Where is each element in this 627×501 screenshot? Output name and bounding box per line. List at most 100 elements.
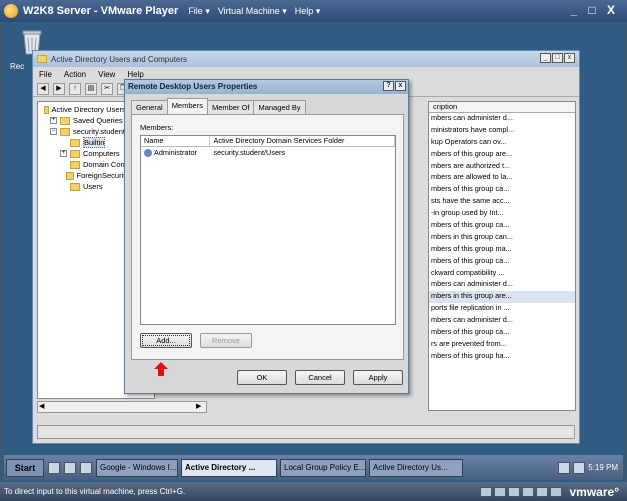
folder-icon: [70, 138, 80, 147]
list-item[interactable]: mbers of this group ca...: [429, 256, 575, 268]
list-item[interactable]: mbers of this group ca...: [429, 327, 575, 339]
tree-item-label: Users: [83, 182, 103, 191]
close-icon[interactable]: x: [395, 81, 406, 91]
folder-icon: [60, 116, 70, 125]
red-arrow-stem: [158, 369, 164, 376]
usb-icon[interactable]: [521, 486, 534, 497]
vmware-menu-virtual-machine[interactable]: Virtual Machine ▾: [218, 6, 287, 17]
folder-icon: [70, 182, 80, 191]
vmware-title: W2K8 Server - VMware Player: [23, 5, 179, 17]
column-header-name[interactable]: Name: [141, 136, 211, 146]
folder-icon: [70, 149, 80, 158]
list-item[interactable]: rs are prevented from...: [429, 339, 575, 351]
vmware-logo-icon: [4, 4, 18, 18]
apply-button[interactable]: Apply: [353, 370, 403, 385]
list-item[interactable]: kup Operators can ov...: [429, 137, 575, 149]
maximize-icon[interactable]: □: [552, 53, 563, 63]
list-item[interactable]: mbers can administer d...: [429, 279, 575, 291]
list-item[interactable]: ports file replication in ...: [429, 303, 575, 315]
hdd-icon[interactable]: [479, 486, 492, 497]
details-list: cription mbers can administer d... minist…: [428, 101, 576, 411]
tree-horizontal-scrollbar[interactable]: ◀ ▶: [37, 401, 207, 413]
close-icon[interactable]: x: [564, 53, 575, 63]
help-icon[interactable]: ?: [383, 81, 394, 91]
taskbar-button[interactable]: Google - Windows I...: [96, 458, 178, 477]
vmware-menu-file[interactable]: File ▾: [188, 6, 210, 17]
show-tree-icon[interactable]: ▤: [85, 82, 97, 95]
list-item[interactable]: mbers can administer d...: [429, 315, 575, 327]
tree-item-label: Saved Queries: [73, 116, 123, 125]
tab-managed-by[interactable]: Managed By: [253, 100, 306, 114]
network-adapter-icon[interactable]: [507, 486, 520, 497]
vmware-window-controls[interactable]: _ □ X: [570, 3, 619, 17]
list-item[interactable]: mbers can administer d...: [429, 113, 575, 125]
list-item[interactable]: mbers in this group can...: [429, 232, 575, 244]
list-item[interactable]: sts have the same acc...: [429, 196, 575, 208]
add-button[interactable]: Add...: [140, 333, 192, 348]
ok-button[interactable]: OK: [237, 370, 287, 385]
server-manager-icon[interactable]: [48, 461, 60, 474]
menu-action[interactable]: Action: [64, 70, 86, 79]
table-row[interactable]: Administrator security.student/Users: [141, 147, 395, 158]
cdrom-icon[interactable]: [493, 486, 506, 497]
start-button[interactable]: Start: [6, 458, 44, 477]
back-icon[interactable]: ◀: [37, 82, 49, 95]
cancel-button[interactable]: Cancel: [295, 370, 345, 385]
up-folder-icon[interactable]: ↑: [69, 82, 81, 95]
taskbar-button[interactable]: Active Directory Us...: [369, 458, 463, 477]
tab-member-of[interactable]: Member Of: [206, 100, 255, 114]
list-item[interactable]: mbers are authorized t...: [429, 161, 575, 173]
member-folder: security.student/Users: [213, 148, 286, 157]
aduc-titlebar[interactable]: Active Directory Users and Computers _ □…: [33, 51, 579, 67]
tree-item-label: Builtin: [83, 137, 106, 148]
list-item[interactable]: ministrators have compl...: [429, 125, 575, 137]
column-header-description[interactable]: cription: [429, 102, 575, 113]
taskbar: Start Google - Windows I... Active Direct…: [4, 455, 623, 480]
scroll-right-icon[interactable]: ▶: [196, 403, 204, 411]
taskbar-button[interactable]: Active Directory ...: [181, 458, 277, 477]
expand-icon[interactable]: +: [60, 150, 67, 157]
minimize-icon[interactable]: _: [540, 53, 551, 63]
column-header-folder[interactable]: Active Directory Domain Services Folder: [210, 136, 395, 146]
collapse-icon[interactable]: −: [50, 128, 57, 135]
expand-icon[interactable]: +: [50, 117, 57, 124]
vmware-menu-help[interactable]: Help ▾: [295, 6, 321, 17]
list-item[interactable]: mbers are allowed to la...: [429, 172, 575, 184]
aduc-title: Active Directory Users and Computers: [51, 54, 188, 64]
scroll-left-icon[interactable]: ◀: [39, 403, 47, 411]
vmware-brand: vmware°: [569, 484, 620, 499]
members-label: Members:: [140, 123, 174, 132]
menu-help[interactable]: Help: [127, 70, 143, 79]
volume-icon[interactable]: [573, 461, 586, 474]
list-item[interactable]: -in group used by Int...: [429, 208, 575, 220]
properties-dialog: Remote Desktop Users Properties ? x Gene…: [124, 79, 409, 394]
list-item[interactable]: ckward compatibility ...: [429, 268, 575, 280]
list-item[interactable]: mbers of this group ma...: [429, 244, 575, 256]
list-item[interactable]: mbers in this group are...: [429, 291, 575, 304]
dialog-titlebar[interactable]: Remote Desktop Users Properties ? x: [125, 80, 408, 94]
folder-icon: [66, 171, 74, 180]
list-item[interactable]: mbers of this group are...: [429, 149, 575, 161]
powershell-icon[interactable]: [64, 461, 76, 474]
tab-members[interactable]: Members: [166, 98, 208, 114]
internet-explorer-icon[interactable]: [80, 461, 92, 474]
folder-icon: [70, 160, 80, 169]
taskbar-button[interactable]: Local Group Policy E...: [280, 458, 366, 477]
list-item[interactable]: mbers of this group ca...: [429, 220, 575, 232]
guest-desktop: Rec Active Directory Users and Computers…: [4, 22, 623, 482]
list-item[interactable]: mbers of this group ca...: [429, 184, 575, 196]
network-icon[interactable]: [558, 461, 571, 474]
tab-general[interactable]: General: [131, 100, 168, 114]
forward-icon[interactable]: ▶: [53, 82, 65, 95]
menu-view[interactable]: View: [98, 70, 115, 79]
vmware-titlebar: W2K8 Server - VMware Player File ▾ Virtu…: [0, 0, 627, 22]
printer-icon[interactable]: [549, 486, 562, 497]
list-item[interactable]: mbers of this group ha...: [429, 351, 575, 363]
vmware-status-text: To direct input to this virtual machine,…: [4, 487, 186, 496]
cut-icon[interactable]: ✂: [101, 82, 113, 95]
clock[interactable]: 5:19 PM: [588, 463, 618, 472]
menu-file[interactable]: File: [39, 70, 52, 79]
remove-button[interactable]: Remove: [200, 333, 252, 348]
sound-icon[interactable]: [535, 486, 548, 497]
members-tab-panel: Members: Name Active Directory Domain Se…: [131, 114, 404, 360]
